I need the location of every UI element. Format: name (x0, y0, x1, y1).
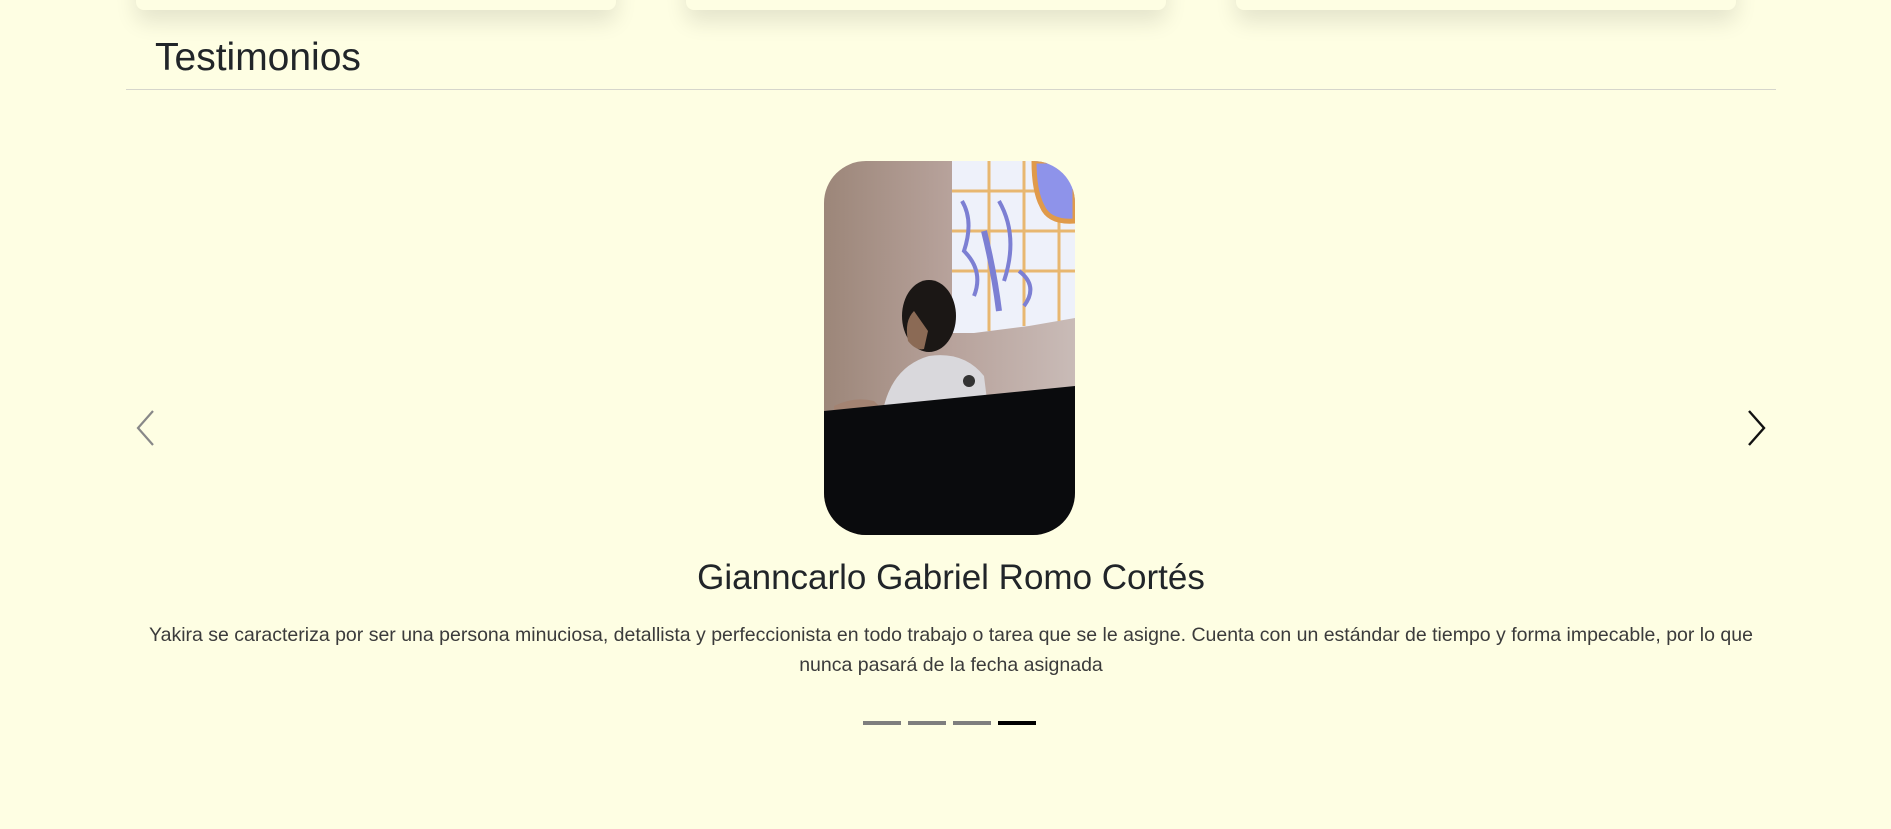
chevron-left-icon (135, 409, 157, 452)
testimonial-photo (824, 161, 1075, 535)
chevron-right-icon (1745, 409, 1767, 452)
carousel-indicator-4[interactable] (998, 721, 1036, 725)
carousel-next-button[interactable] (1736, 405, 1776, 455)
testimonial-name: Gianncarlo Gabriel Romo Cortés (697, 558, 1205, 597)
testimonial-carousel: Gianncarlo Gabriel Romo Cortés Yakira se… (126, 120, 1776, 740)
testimonial-quote: Yakira se caracteriza por ser una person… (149, 624, 1753, 676)
page: Testimonios Gianncarlo Gabriel Romo Cort… (0, 0, 1891, 829)
carousel-indicator-3[interactable] (953, 721, 991, 725)
previous-section-cards (126, 0, 1776, 10)
carousel-indicator-1[interactable] (863, 721, 901, 725)
section-divider (126, 89, 1776, 90)
carousel-indicators (863, 721, 1036, 725)
section-title: Testimonios (155, 36, 361, 79)
carousel-prev-button[interactable] (126, 405, 166, 455)
carousel-indicator-2[interactable] (908, 721, 946, 725)
